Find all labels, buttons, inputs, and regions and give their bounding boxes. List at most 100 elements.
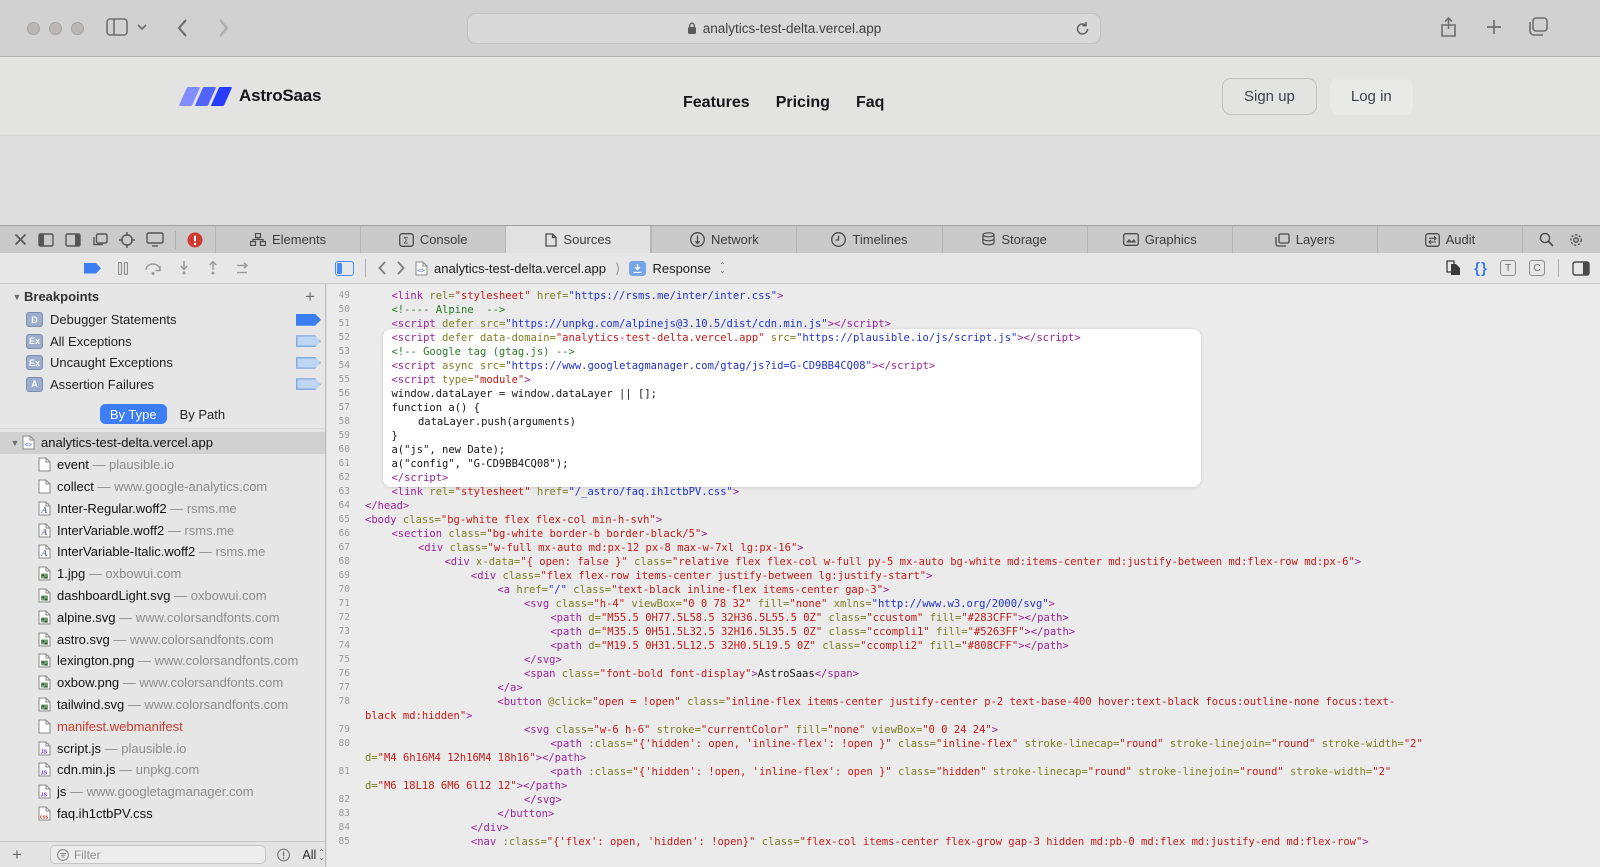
- close-inspector-icon[interactable]: [14, 233, 27, 246]
- issues-badge-icon[interactable]: [187, 232, 203, 248]
- tree-file-item[interactable]: AInter-Regular.woff2 — rsms.me: [0, 497, 325, 519]
- line-number[interactable]: 72: [327, 611, 357, 625]
- line-number[interactable]: 76: [327, 667, 357, 681]
- line-number[interactable]: 78: [327, 695, 357, 709]
- line-number[interactable]: 84: [327, 821, 357, 835]
- tree-file-item[interactable]: 1.jpg — oxbowui.com: [0, 563, 325, 585]
- line-number[interactable]: 63: [327, 485, 357, 499]
- tree-file-item[interactable]: alpine.svg — www.colorsandfonts.com: [0, 606, 325, 628]
- forward-button[interactable]: [218, 18, 230, 38]
- tree-file-item[interactable]: cssfaq.ih1ctbPV.css: [0, 803, 325, 825]
- line-number[interactable]: 74: [327, 639, 357, 653]
- step-next-icon[interactable]: [236, 262, 251, 275]
- line-number[interactable]: 82: [327, 793, 357, 807]
- line-number[interactable]: 64: [327, 499, 357, 513]
- breakpoint-disabled-flag[interactable]: [296, 378, 321, 390]
- dock-right-icon[interactable]: [65, 233, 81, 247]
- settings-gear-icon[interactable]: [1568, 232, 1584, 248]
- window-controls[interactable]: [27, 22, 93, 40]
- tab-graphics[interactable]: Graphics: [1087, 226, 1232, 253]
- segment-by-path[interactable]: By Path: [180, 407, 226, 422]
- line-number[interactable]: 56: [327, 387, 357, 401]
- tree-file-item[interactable]: lexington.png — www.colorsandfonts.com: [0, 650, 325, 672]
- crumb-back-icon[interactable]: [377, 260, 387, 276]
- address-bar[interactable]: analytics-test-delta.vercel.app: [467, 13, 1101, 44]
- breadcrumb-resource[interactable]: Response ⌃⌄: [629, 261, 725, 276]
- line-number[interactable]: 77: [327, 681, 357, 695]
- nav-link-faq[interactable]: Faq: [856, 94, 884, 112]
- step-out-icon[interactable]: [207, 261, 219, 275]
- tab-storage[interactable]: Storage: [942, 226, 1087, 253]
- tree-file-item[interactable]: oxbow.png — www.colorsandfonts.com: [0, 672, 325, 694]
- breakpoints-toggle-icon[interactable]: [84, 263, 101, 274]
- resource-selector-chevrons-icon[interactable]: ⌃⌄: [719, 263, 726, 273]
- signup-button[interactable]: Sign up: [1222, 78, 1317, 115]
- line-number[interactable]: 75: [327, 653, 357, 667]
- line-number[interactable]: 52: [327, 331, 357, 345]
- device-icon[interactable]: [146, 232, 164, 247]
- tree-file-item[interactable]: astro.svg — www.colorsandfonts.com: [0, 628, 325, 650]
- detach-window-icon[interactable]: [92, 233, 108, 247]
- breakpoint-assertion-failures[interactable]: A Assertion Failures: [0, 374, 325, 396]
- line-number[interactable]: 57: [327, 401, 357, 415]
- pause-icon[interactable]: [118, 262, 128, 275]
- breakpoint-disabled-flag[interactable]: [296, 357, 321, 369]
- tree-file-item[interactable]: JScdn.min.js — unpkg.com: [0, 759, 325, 781]
- line-number[interactable]: 65: [327, 513, 357, 527]
- line-number[interactable]: 71: [327, 597, 357, 611]
- filter-input[interactable]: Filter: [50, 845, 266, 864]
- sidebar-toggle-button[interactable]: [106, 18, 128, 36]
- line-number[interactable]: 70: [327, 583, 357, 597]
- line-number[interactable]: [327, 751, 357, 765]
- tree-file-item[interactable]: JSjs — www.googletagmanager.com: [0, 781, 325, 803]
- line-number[interactable]: 61: [327, 457, 357, 471]
- line-number[interactable]: 66: [327, 527, 357, 541]
- tab-overview-button[interactable]: [1528, 17, 1548, 36]
- share-button[interactable]: [1440, 17, 1457, 38]
- tree-file-item[interactable]: collect — www.google-analytics.com: [0, 476, 325, 498]
- line-number[interactable]: 73: [327, 625, 357, 639]
- tab-timelines[interactable]: Timelines: [796, 226, 941, 253]
- sidebar-chevron-icon[interactable]: [137, 23, 147, 31]
- tab-sources[interactable]: Sources: [505, 226, 651, 253]
- tree-file-item[interactable]: AInterVariable.woff2 — rsms.me: [0, 519, 325, 541]
- breakpoint-uncaught-exceptions[interactable]: Ex Uncaught Exceptions: [0, 352, 325, 374]
- issues-filter-icon[interactable]: [277, 848, 290, 862]
- tab-network[interactable]: Network: [651, 226, 796, 253]
- code-coverage-icon[interactable]: C: [1529, 260, 1545, 276]
- line-number[interactable]: 54: [327, 359, 357, 373]
- step-into-icon[interactable]: [178, 261, 190, 275]
- line-number[interactable]: 51: [327, 317, 357, 331]
- line-number[interactable]: 55: [327, 373, 357, 387]
- tree-file-item[interactable]: AInterVariable-Italic.woff2 — rsms.me: [0, 541, 325, 563]
- zoom-window-button[interactable]: [71, 22, 84, 35]
- line-number[interactable]: 59: [327, 429, 357, 443]
- line-number[interactable]: [327, 779, 357, 793]
- line-number[interactable]: 68: [327, 555, 357, 569]
- details-sidebar-toggle-icon[interactable]: [1572, 261, 1590, 276]
- breakpoints-disclosure-icon[interactable]: ▼: [10, 292, 24, 302]
- line-number[interactable]: 67: [327, 541, 357, 555]
- new-tab-button[interactable]: [1485, 18, 1503, 36]
- pretty-print-icon[interactable]: { }: [1474, 260, 1487, 277]
- element-picker-icon[interactable]: [119, 232, 135, 248]
- nav-link-features[interactable]: Features: [683, 94, 750, 112]
- segment-by-type[interactable]: By Type: [100, 404, 167, 424]
- minimize-window-button[interactable]: [49, 22, 62, 35]
- copy-resource-icon[interactable]: [1446, 260, 1461, 276]
- step-over-icon[interactable]: [145, 262, 161, 275]
- back-button[interactable]: [176, 18, 188, 38]
- line-number[interactable]: 85: [327, 835, 357, 849]
- navigation-sidebar-toggle[interactable]: [335, 261, 354, 276]
- line-number[interactable]: 49: [327, 289, 357, 303]
- close-window-button[interactable]: [27, 22, 40, 35]
- type-profiler-icon[interactable]: T: [1500, 260, 1516, 276]
- line-number[interactable]: 80: [327, 737, 357, 751]
- tab-layers[interactable]: Layers: [1232, 226, 1377, 253]
- tree-file-item[interactable]: JSscript.js — plausible.io: [0, 737, 325, 759]
- breakpoint-enabled-flag[interactable]: [296, 314, 321, 326]
- tree-file-item[interactable]: manifest.webmanifest: [0, 715, 325, 737]
- tab-elements[interactable]: Elements: [215, 226, 360, 253]
- login-button[interactable]: Log in: [1330, 78, 1413, 115]
- tree-root-item[interactable]: ▼<>analytics-test-delta.vercel.app: [0, 432, 325, 454]
